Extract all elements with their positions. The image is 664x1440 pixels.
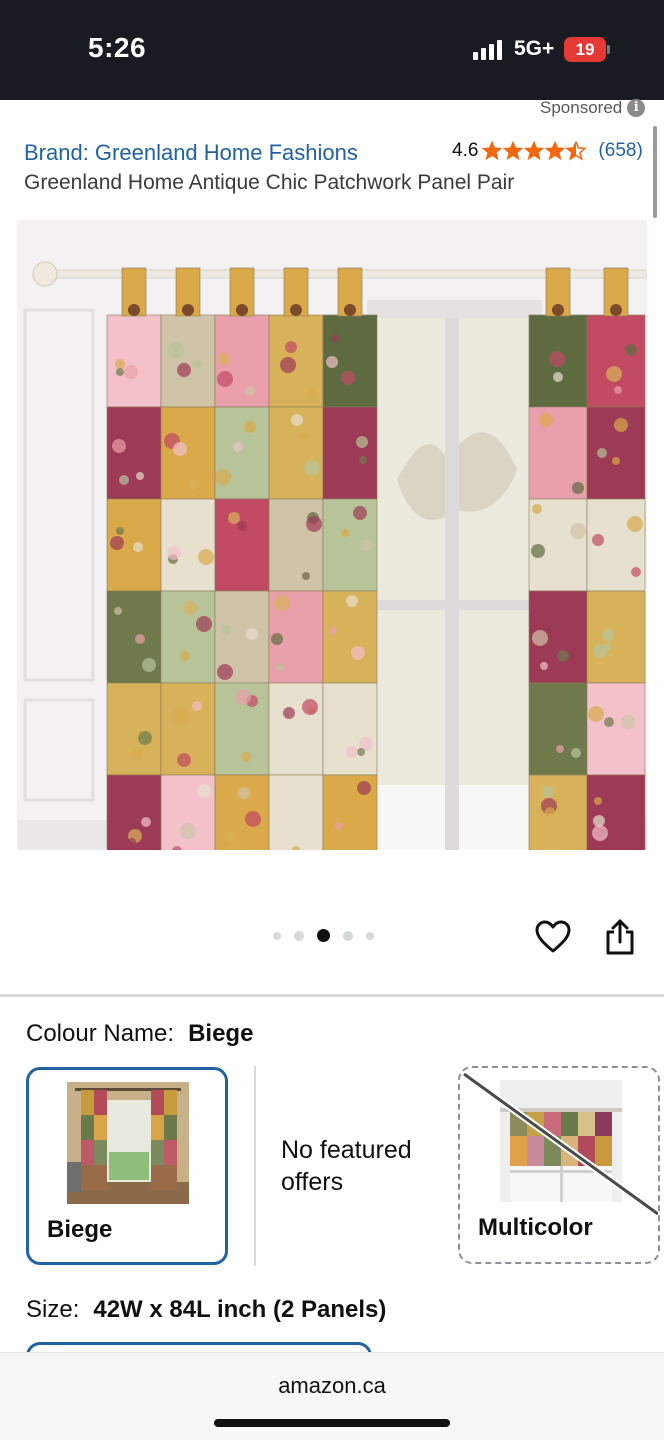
- no-featured-offers: No featured offers: [281, 1136, 412, 1196]
- signal-icon: [473, 40, 503, 60]
- status-bar: 5:26 5G+ 19: [0, 0, 664, 100]
- size-value: 42W x 84L inch (2 Panels): [93, 1296, 387, 1323]
- share-icon[interactable]: [603, 918, 637, 956]
- carousel-dot-active[interactable]: [317, 929, 330, 942]
- swatch-label: Multicolor: [478, 1214, 593, 1241]
- swatch-separator: [254, 1066, 256, 1266]
- home-indicator[interactable]: [214, 1419, 450, 1427]
- network-type: 5G+: [514, 37, 555, 60]
- sponsored-text: Sponsored: [540, 98, 623, 117]
- scrollbar: [653, 126, 657, 218]
- rating-count[interactable]: (658): [598, 140, 642, 162]
- colour-heading: Colour Name: Biege: [26, 1020, 253, 1048]
- carousel-dot[interactable]: [343, 930, 353, 941]
- rating-value: 4.6: [452, 140, 479, 161]
- curtain-illustration: [17, 220, 647, 850]
- swatch-label: Biege: [47, 1216, 113, 1243]
- carousel-dot[interactable]: [366, 931, 374, 940]
- rating[interactable]: 4.6 (658): [452, 140, 643, 162]
- size-label: Size:: [26, 1296, 80, 1323]
- brand-link[interactable]: Brand: Greenland Home Fashions: [24, 140, 358, 166]
- star-rating-icon: [482, 141, 590, 161]
- swatch-thumbnail: [67, 1082, 189, 1204]
- carousel-dots[interactable]: [273, 929, 374, 942]
- battery-level: 19: [564, 37, 606, 62]
- url-bar[interactable]: amazon.ca: [0, 1373, 664, 1399]
- heart-icon[interactable]: [534, 918, 572, 956]
- colour-swatch-multicolor[interactable]: Multicolor: [458, 1066, 660, 1264]
- product-image[interactable]: [17, 220, 647, 850]
- carousel-dot[interactable]: [273, 931, 281, 940]
- colour-label: Colour Name:: [26, 1020, 175, 1047]
- status-time: 5:26: [88, 32, 147, 63]
- battery-icon: 19: [564, 37, 610, 62]
- sponsored-label[interactable]: Sponsored i: [540, 98, 646, 118]
- size-heading: Size: 42W x 84L inch (2 Panels): [26, 1296, 386, 1324]
- carousel-dot[interactable]: [294, 930, 304, 941]
- browser-bottom-bar: amazon.ca: [0, 1352, 664, 1440]
- colour-swatch-biege[interactable]: Biege: [26, 1067, 228, 1265]
- section-divider: [0, 994, 664, 997]
- product-title[interactable]: Greenland Home Antique Chic Patchwork Pa…: [24, 171, 514, 195]
- info-icon[interactable]: i: [627, 99, 646, 117]
- stars-svg: [482, 141, 587, 160]
- colour-value: Biege: [188, 1020, 254, 1047]
